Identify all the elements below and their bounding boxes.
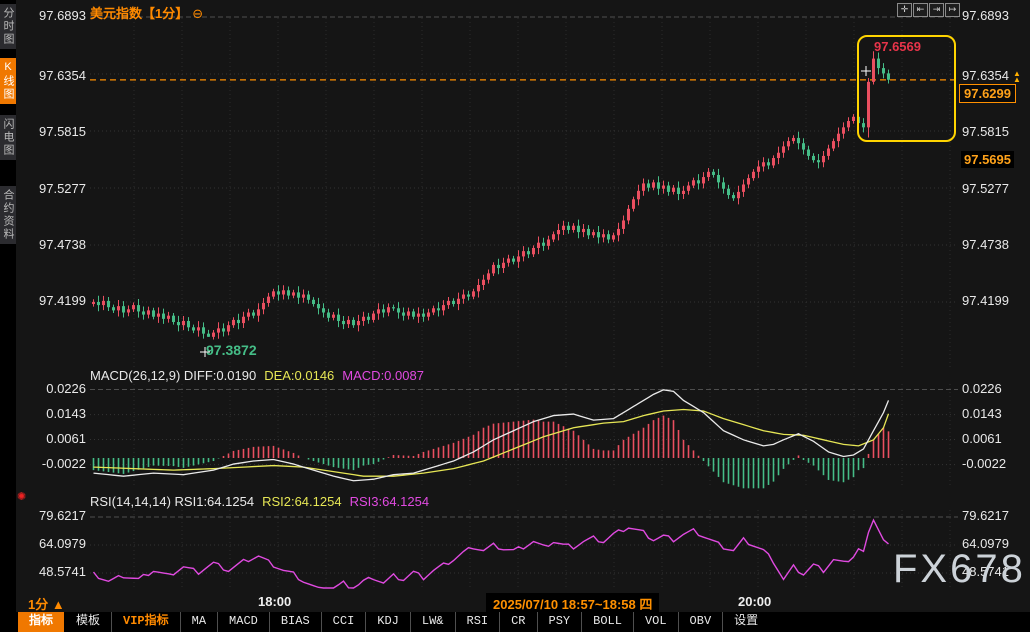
macd-axis-label: 0.0061	[962, 431, 1002, 447]
toolbar-tab-ma[interactable]: MA	[181, 612, 218, 632]
chart-title: 美元指数【1分】 ⊖	[90, 3, 203, 22]
trading-app-window: 分时图 K线图 闪电图 合约资料 美元指数【1分】⊖ ✛ ⇤ ⇥ ↦ 97.68…	[0, 0, 1030, 632]
candle-time-tooltip: 2025/07/10 18:57~18:58 四	[486, 593, 659, 614]
macd-dea-value: DEA:0.0146	[264, 368, 334, 383]
toolbar-tab-vol[interactable]: VOL	[634, 612, 679, 632]
price-axis-label: 97.6354	[962, 68, 1009, 84]
collapse-icon[interactable]: ⊖	[192, 6, 203, 21]
dropdown-up-icon: ▲	[52, 597, 65, 612]
rsi2-value: RSI2:64.1254	[262, 494, 342, 509]
macd-axis-label: 0.0143	[962, 406, 1002, 422]
toolbar-tab-lw[interactable]: LW&	[411, 612, 456, 632]
toolbar-tab-obv[interactable]: OBV	[679, 612, 724, 632]
toolbar-tab-templates[interactable]: 模板	[65, 612, 112, 632]
price-axis-label: 97.5277	[10, 181, 86, 197]
price-axis-label: 97.5277	[962, 181, 1009, 197]
rsi-axis-label: 79.6217	[10, 508, 86, 524]
current-price-tag: 97.6299	[959, 84, 1016, 103]
period-selector[interactable]: 1分 ▲	[28, 594, 65, 613]
toolbar-tab-cci[interactable]: CCI	[322, 612, 367, 632]
price-axis-label: 97.6893	[10, 8, 86, 24]
toolbar-tab-kdj[interactable]: KDJ	[366, 612, 411, 632]
rsi3-value: RSI3:64.1254	[350, 494, 430, 509]
macd-axis-label: 0.0143	[10, 406, 86, 422]
toolbar-tab-boll[interactable]: BOLL	[582, 612, 634, 632]
price-axis-label: 97.4199	[10, 293, 86, 309]
crosshair-icon[interactable]: ✛	[897, 3, 912, 17]
macd-axis-label: 0.0061	[10, 431, 86, 447]
step-forward-icon[interactable]: ↦	[945, 3, 960, 17]
toolbar-tab-psy[interactable]: PSY	[538, 612, 583, 632]
toolbar-tab-settings[interactable]: 设置	[723, 612, 769, 632]
rsi-header: RSI(14,14,14) RSI1:64.1254 RSI2:64.1254 RS…	[90, 494, 429, 509]
price-axis-label: 97.5815	[10, 124, 86, 140]
pan-right-icon[interactable]: ⇥	[929, 3, 944, 17]
toolbar-tab-indicators[interactable]: 指标	[18, 612, 64, 632]
price-axis-label: 97.6893	[962, 8, 1009, 24]
macd-axis-label: -0.0022	[10, 456, 86, 472]
rsi-axis-label: 48.5741	[10, 564, 86, 580]
macd-params: MACD(26,12,9) DIFF:0.0190	[90, 368, 256, 383]
time-axis-label: 18:00	[258, 594, 291, 609]
price-axis-label: 97.4738	[962, 237, 1009, 253]
rsi-params: RSI(14,14,14) RSI1:64.1254	[90, 494, 254, 509]
toolbar-tab-macd[interactable]: MACD	[218, 612, 270, 632]
price-up-arrow-icon: ▲▲	[1013, 71, 1021, 83]
session-low-label: 97.3872	[206, 342, 257, 358]
indicator-toolbar: 指标 模板 VIP指标 MA MACD BIAS CCI KDJ LW& RSI…	[0, 612, 1030, 632]
reference-price-tag: 97.5695	[961, 151, 1014, 168]
macd-axis-label: -0.0022	[962, 456, 1006, 472]
toolbar-tab-bias[interactable]: BIAS	[270, 612, 322, 632]
symbol-name: 美元指数	[90, 6, 142, 21]
time-axis-label: 20:00	[738, 594, 771, 609]
rsi-axis-label: 64.0979	[10, 536, 86, 552]
period-tag: 【1分】	[142, 6, 188, 21]
macd-axis-label: 0.0226	[962, 381, 1002, 397]
macd-hist-value: MACD:0.0087	[342, 368, 424, 383]
macd-header: MACD(26,12,9) DIFF:0.0190 DEA:0.0146 MACD:…	[90, 368, 424, 383]
alert-icon: ✺	[17, 490, 26, 503]
price-axis-label: 97.6354	[10, 68, 86, 84]
price-axis-label: 97.4199	[962, 293, 1009, 309]
price-axis-label: 97.5815	[962, 124, 1009, 140]
session-high-label: 97.6569	[874, 39, 921, 54]
toolbar-tab-rsi[interactable]: RSI	[456, 612, 501, 632]
price-axis-label: 97.4738	[10, 237, 86, 253]
toolbar-tab-cr[interactable]: CR	[500, 612, 537, 632]
toolbar-tab-vip-indicators[interactable]: VIP指标	[112, 612, 181, 632]
rsi-axis-label: 79.6217	[962, 508, 1009, 524]
watermark: FX678	[893, 547, 1026, 592]
pan-left-icon[interactable]: ⇤	[913, 3, 928, 17]
macd-axis-label: 0.0226	[10, 381, 86, 397]
